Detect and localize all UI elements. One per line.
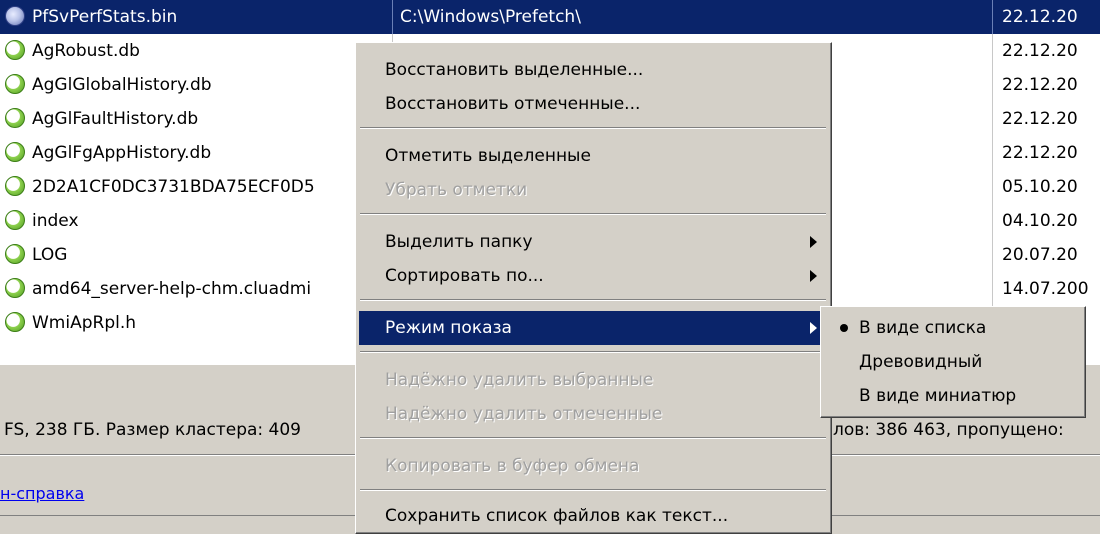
menu-item-label: Сортировать по...	[385, 266, 544, 286]
file-path: C:\Windows\Prefetch\	[400, 7, 581, 27]
file-name: AgGlGlobalHistory.db	[32, 75, 212, 95]
status-circle-icon	[5, 210, 25, 230]
menu-item-check-selected[interactable]: Отметить выделенные	[359, 139, 827, 173]
file-date: 22.12.20	[1002, 143, 1078, 163]
file-date: 20.07.20	[1002, 245, 1078, 265]
menu-separator	[360, 213, 826, 215]
menu-separator	[360, 489, 826, 491]
status-circle-icon	[5, 142, 25, 162]
status-volume-info: FS, 238 ГБ. Размер кластера: 409	[4, 420, 302, 440]
menu-separator	[360, 437, 826, 439]
submenu-arrow-icon	[810, 270, 817, 282]
status-circle-icon	[5, 176, 25, 196]
status-circle-icon	[5, 278, 25, 298]
status-file-count: лов: 386 463, пропущено:	[833, 420, 1064, 440]
submenu-item-label: Древовидный	[859, 352, 983, 372]
status-circle-icon	[5, 74, 25, 94]
status-circle-icon	[5, 312, 25, 332]
context-menu: Восстановить выделенные... Восстановить …	[355, 42, 832, 534]
radio-bullet-icon	[840, 324, 848, 332]
file-name: AgRobust.db	[32, 41, 140, 61]
file-date: 05.10.20	[1002, 177, 1078, 197]
menu-item-secure-delete-selected[interactable]: Надёжно удалить выбранные	[359, 363, 827, 397]
submenu-item-label: В виде миниатюр	[859, 386, 1017, 406]
file-date: 22.12.20	[1002, 109, 1078, 129]
menu-item-label: Выделить папку	[385, 232, 533, 252]
menu-item-copy-clipboard[interactable]: Копировать в буфер обмена	[359, 449, 827, 483]
file-name: LOG	[32, 245, 68, 265]
file-date: 22.12.20	[1002, 75, 1078, 95]
submenu-item-list-view[interactable]: В виде списка	[824, 311, 1081, 345]
file-date: 22.12.20	[1002, 7, 1078, 27]
status-circle-icon	[5, 108, 25, 128]
status-circle-icon	[5, 6, 25, 26]
help-link[interactable]: н-справка	[0, 484, 84, 503]
submenu-item-label: В виде списка	[859, 318, 987, 338]
file-name: PfSvPerfStats.bin	[32, 7, 178, 27]
menu-item-label: Режим показа	[385, 318, 512, 338]
menu-item-uncheck-all[interactable]: Убрать отметки	[359, 173, 827, 207]
file-row[interactable]: PfSvPerfStats.bin C:\Windows\Prefetch\ 2…	[0, 0, 1100, 34]
menu-item-restore-checked[interactable]: Восстановить отмеченные...	[359, 87, 827, 121]
menu-item-secure-delete-checked[interactable]: Надёжно удалить отмеченные	[359, 397, 827, 431]
submenu-arrow-icon	[810, 236, 817, 248]
menu-item-select-folder[interactable]: Выделить папку	[359, 225, 827, 259]
menu-item-view-mode[interactable]: Режим показа	[359, 311, 827, 345]
status-circle-icon	[5, 40, 25, 60]
menu-item-save-list-text[interactable]: Сохранить список файлов как текст...	[359, 499, 827, 533]
file-name: amd64_server-help-chm.cluadmi	[32, 279, 312, 299]
file-name: 2D2A1CF0DC3731BDA75ECF0D5	[32, 177, 315, 197]
menu-separator	[360, 299, 826, 301]
file-name: WmiApRpl.h	[32, 313, 137, 333]
submenu-item-tree-view[interactable]: Древовидный	[824, 345, 1081, 379]
file-name: AgGlFgAppHistory.db	[32, 143, 212, 163]
file-name: AgGlFaultHistory.db	[32, 109, 199, 129]
menu-item-restore-selected[interactable]: Восстановить выделенные...	[359, 53, 827, 87]
file-date: 14.07.200	[1002, 279, 1089, 299]
file-name: index	[32, 211, 79, 231]
file-date: 04.10.20	[1002, 211, 1078, 231]
menu-item-sort-by[interactable]: Сортировать по...	[359, 259, 827, 293]
menu-separator	[360, 351, 826, 353]
status-circle-icon	[5, 244, 25, 264]
submenu-arrow-icon	[810, 322, 817, 334]
view-mode-submenu: В виде списка Древовидный В виде миниатю…	[820, 306, 1086, 418]
file-date: 22.12.20	[1002, 41, 1078, 61]
menu-separator	[360, 127, 826, 129]
submenu-item-thumbnail-view[interactable]: В виде миниатюр	[824, 379, 1081, 413]
